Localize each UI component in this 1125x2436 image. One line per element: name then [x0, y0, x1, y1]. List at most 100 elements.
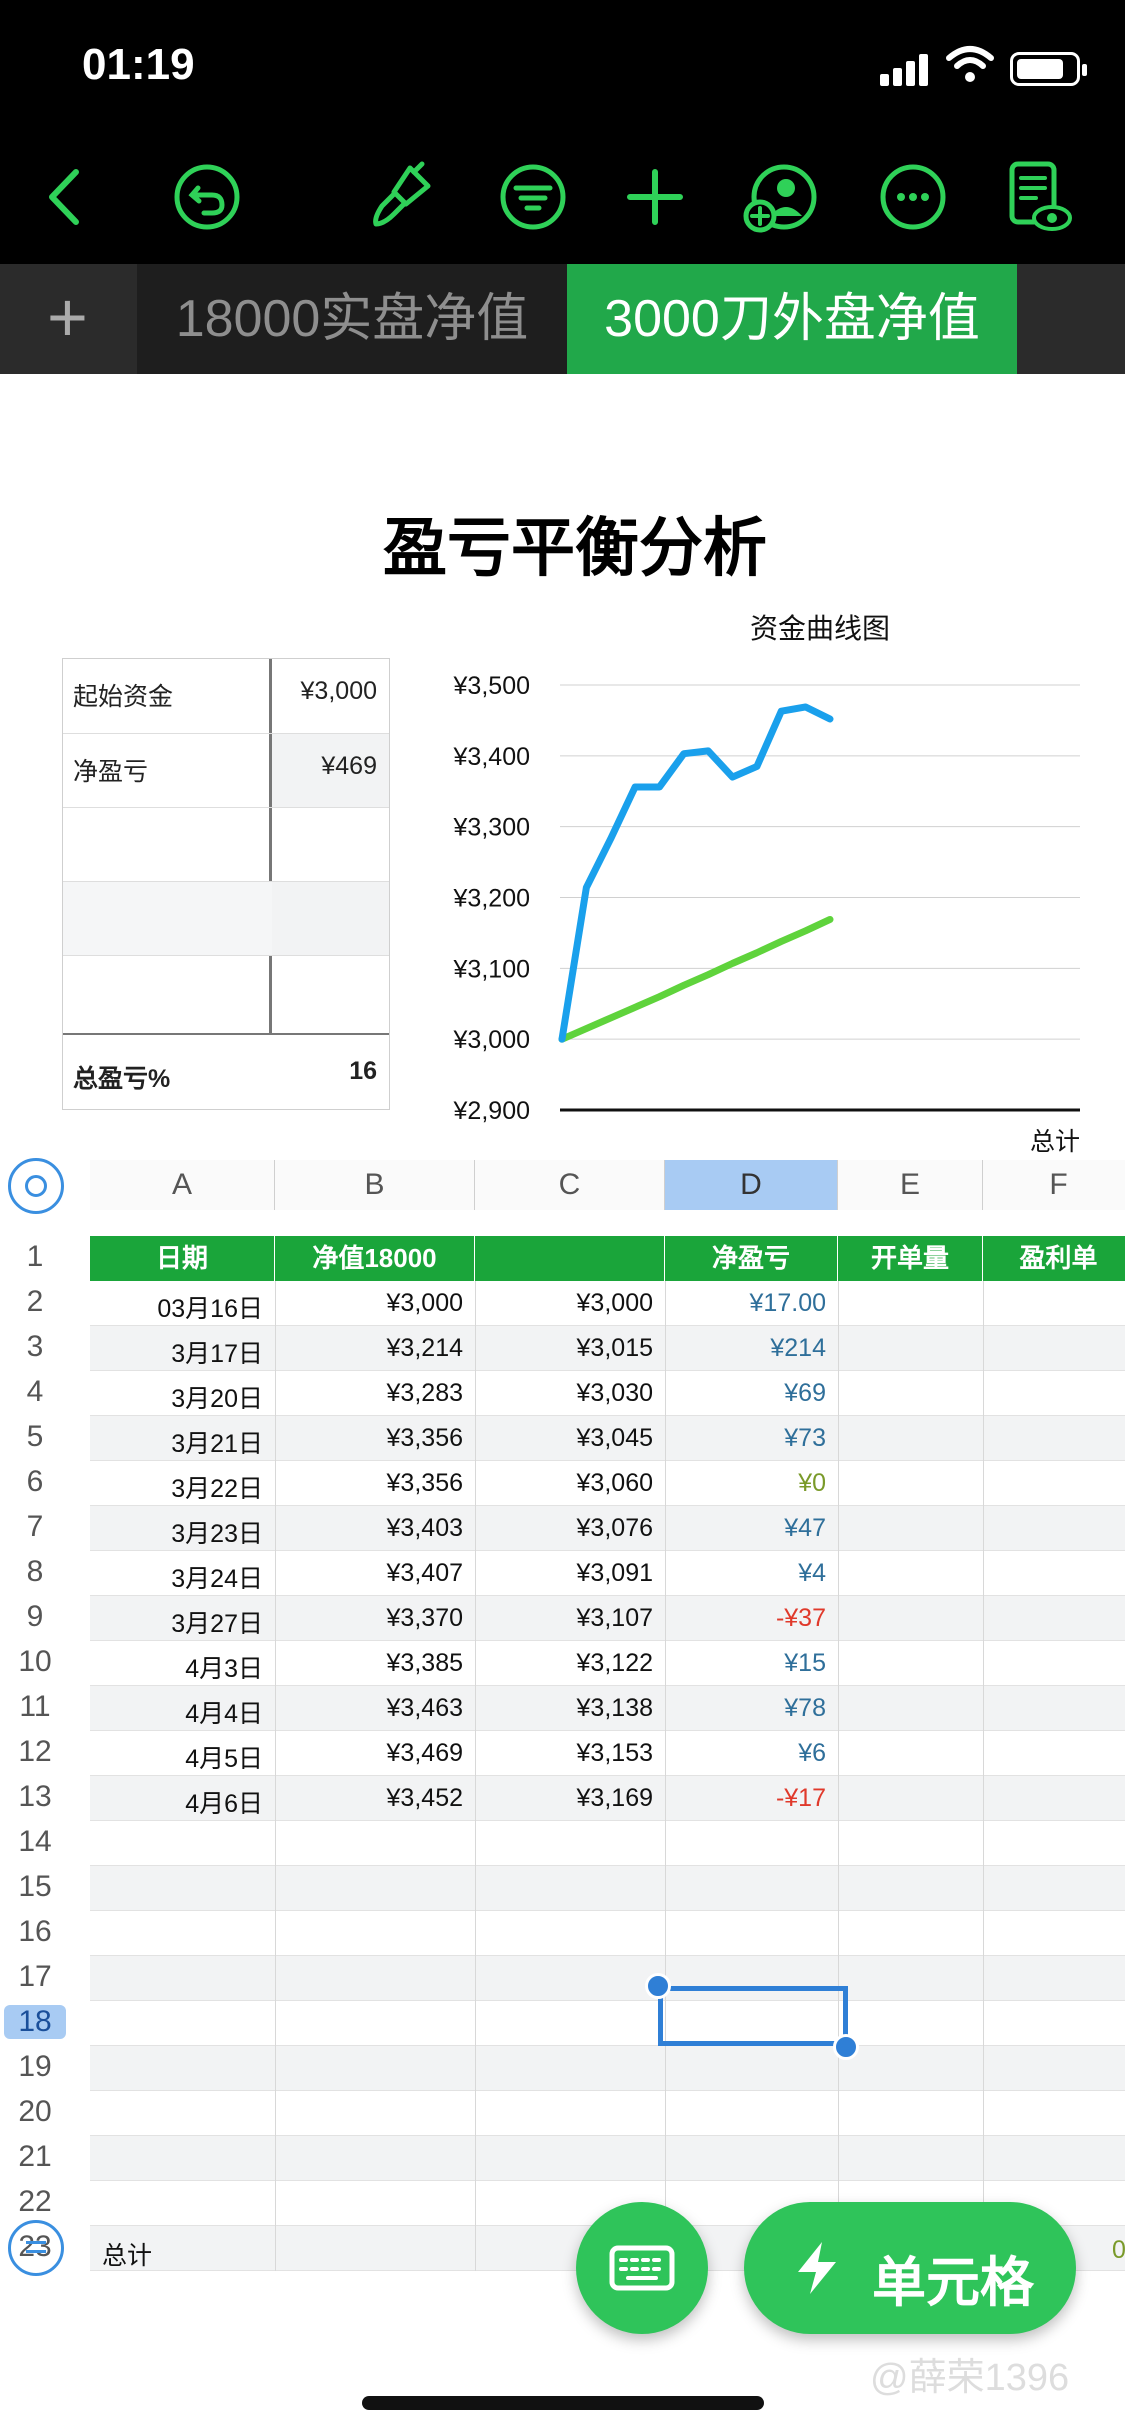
row-number[interactable]: 16 — [4, 1915, 66, 1949]
keyboard-button[interactable] — [576, 2202, 708, 2334]
more-icon[interactable] — [874, 158, 952, 236]
table-row[interactable] — [90, 1911, 1125, 1956]
column-title[interactable]: 净盈亏 — [665, 1236, 838, 1281]
tab-3000-active[interactable]: 3000刀外盘净值 — [567, 264, 1017, 374]
table-cell[interactable]: 3月23日 — [171, 1514, 263, 1550]
collaborate-icon[interactable] — [740, 158, 818, 236]
table-cell[interactable]: ¥3,283 — [387, 1379, 463, 1408]
table-row[interactable] — [90, 2136, 1125, 2181]
table-cell[interactable]: ¥3,015 — [577, 1334, 653, 1363]
select-all-circle-icon[interactable] — [8, 1158, 64, 1214]
table-cell[interactable]: ¥0 — [798, 1469, 826, 1498]
row-number[interactable]: 21 — [4, 2140, 66, 2174]
row-number[interactable]: 15 — [4, 1870, 66, 1904]
row-number[interactable]: 1 — [4, 1240, 66, 1274]
table-cell[interactable]: ¥47 — [784, 1514, 826, 1543]
row-number[interactable]: 3 — [4, 1330, 66, 1364]
table-cell[interactable]: -¥37 — [776, 1604, 826, 1633]
table-cell[interactable]: ¥3,403 — [387, 1514, 463, 1543]
add-icon[interactable] — [616, 158, 694, 236]
table-cell[interactable]: ¥3,469 — [387, 1739, 463, 1768]
cell-format-button[interactable]: 单元格 — [744, 2202, 1076, 2334]
table-cell[interactable]: 4月4日 — [185, 1694, 263, 1730]
table-cell[interactable]: ¥3,356 — [387, 1469, 463, 1498]
table-row[interactable] — [90, 1866, 1125, 1911]
paintbrush-icon[interactable] — [362, 158, 440, 236]
column-title[interactable]: 盈利单 — [983, 1236, 1125, 1281]
table-cell[interactable]: 03月16日 — [157, 1289, 263, 1325]
summary-row[interactable]: 净盈亏 ¥469 — [63, 733, 389, 808]
column-title[interactable]: 日期 — [90, 1236, 275, 1281]
row-number[interactable]: 2 — [4, 1285, 66, 1319]
table-cell[interactable]: ¥15 — [784, 1649, 826, 1678]
row-number[interactable]: 22 — [4, 2185, 66, 2219]
table-cell[interactable]: ¥3,076 — [577, 1514, 653, 1543]
back-icon[interactable] — [28, 158, 106, 236]
table-cell[interactable]: ¥3,030 — [577, 1379, 653, 1408]
row-number[interactable]: 20 — [4, 2095, 66, 2129]
row-number[interactable]: 5 — [4, 1420, 66, 1454]
table-cell[interactable]: -¥17 — [776, 1784, 826, 1813]
row-number[interactable]: 18 — [4, 2005, 66, 2039]
column-title[interactable]: 净值18000 — [275, 1236, 475, 1281]
row-number[interactable]: 14 — [4, 1825, 66, 1859]
undo-icon[interactable] — [168, 158, 246, 236]
table-cell[interactable]: ¥69 — [784, 1379, 826, 1408]
selection-handle[interactable] — [645, 1973, 671, 1999]
table-cell[interactable]: ¥3,463 — [387, 1694, 463, 1723]
column-header-a[interactable]: A — [90, 1160, 275, 1210]
table-row[interactable] — [90, 2091, 1125, 2136]
table-row[interactable] — [90, 1821, 1125, 1866]
selection-handle[interactable] — [833, 2034, 859, 2060]
table-cell[interactable]: ¥3,045 — [577, 1424, 653, 1453]
table-cell[interactable]: ¥3,356 — [387, 1424, 463, 1453]
column-title[interactable]: 开单量 — [838, 1236, 983, 1281]
table-cell[interactable]: ¥3,000 — [577, 1289, 653, 1318]
table-cell[interactable]: 3月24日 — [171, 1559, 263, 1595]
table-cell[interactable]: ¥3,060 — [577, 1469, 653, 1498]
summary-table[interactable]: 起始资金 ¥3,000 净盈亏 ¥469 总盈亏% 16 — [62, 658, 390, 1110]
column-header-d[interactable]: D — [665, 1160, 838, 1210]
home-indicator[interactable] — [362, 2396, 764, 2410]
table-cell[interactable]: ¥73 — [784, 1424, 826, 1453]
table-row[interactable] — [90, 2001, 1125, 2046]
sheet-title[interactable]: 盈亏平衡分析 — [0, 497, 1125, 589]
cell-selection[interactable] — [658, 1986, 848, 2046]
table-cell[interactable]: ¥17.00 — [750, 1289, 826, 1318]
row-number[interactable]: 17 — [4, 1960, 66, 1994]
table-cell[interactable]: ¥6 — [798, 1739, 826, 1768]
summary-row[interactable]: 起始资金 ¥3,000 — [63, 659, 389, 733]
row-number[interactable]: 13 — [4, 1780, 66, 1814]
table-cell[interactable]: ¥3,138 — [577, 1694, 653, 1723]
table-cell[interactable]: ¥3,091 — [577, 1559, 653, 1588]
row-number[interactable]: 10 — [4, 1645, 66, 1679]
table-row[interactable] — [90, 2046, 1125, 2091]
table-cell[interactable]: ¥3,214 — [387, 1334, 463, 1363]
filter-icon[interactable] — [494, 158, 572, 236]
row-number[interactable]: 8 — [4, 1555, 66, 1589]
table-cell[interactable]: ¥3,385 — [387, 1649, 463, 1678]
add-sheet-button[interactable]: + — [0, 264, 135, 374]
summary-footer-row[interactable]: 总盈亏% 16 — [63, 1033, 389, 1109]
reader-mode-icon[interactable] — [998, 158, 1076, 236]
tab-18000[interactable]: 18000实盘净值 — [137, 264, 567, 374]
table-cell[interactable]: 4月6日 — [185, 1784, 263, 1820]
row-number[interactable]: 6 — [4, 1465, 66, 1499]
column-title[interactable] — [475, 1236, 665, 1281]
summary-row[interactable] — [63, 881, 389, 956]
row-number[interactable]: 7 — [4, 1510, 66, 1544]
table-cell[interactable]: ¥3,107 — [577, 1604, 653, 1633]
row-number[interactable]: 9 — [4, 1600, 66, 1634]
table-row[interactable] — [90, 1956, 1125, 2001]
table-cell[interactable]: ¥3,370 — [387, 1604, 463, 1633]
table-cell[interactable]: 3月20日 — [171, 1379, 263, 1415]
table-cell[interactable]: ¥4 — [798, 1559, 826, 1588]
row-number[interactable]: 4 — [4, 1375, 66, 1409]
table-cell[interactable]: ¥3,452 — [387, 1784, 463, 1813]
table-cell[interactable]: ¥3,000 — [387, 1289, 463, 1318]
table-cell[interactable]: 4月5日 — [185, 1739, 263, 1775]
column-header-f[interactable]: F — [983, 1160, 1125, 1210]
spreadsheet-grid[interactable]: ABCDEF 1 2 3 4 5 6 7 8 9 10 11 12 13 14 15 16 17 18 19 20 21… — [0, 1150, 1125, 2290]
summary-row[interactable] — [63, 955, 389, 1029]
table-cell[interactable]: ¥3,169 — [577, 1784, 653, 1813]
